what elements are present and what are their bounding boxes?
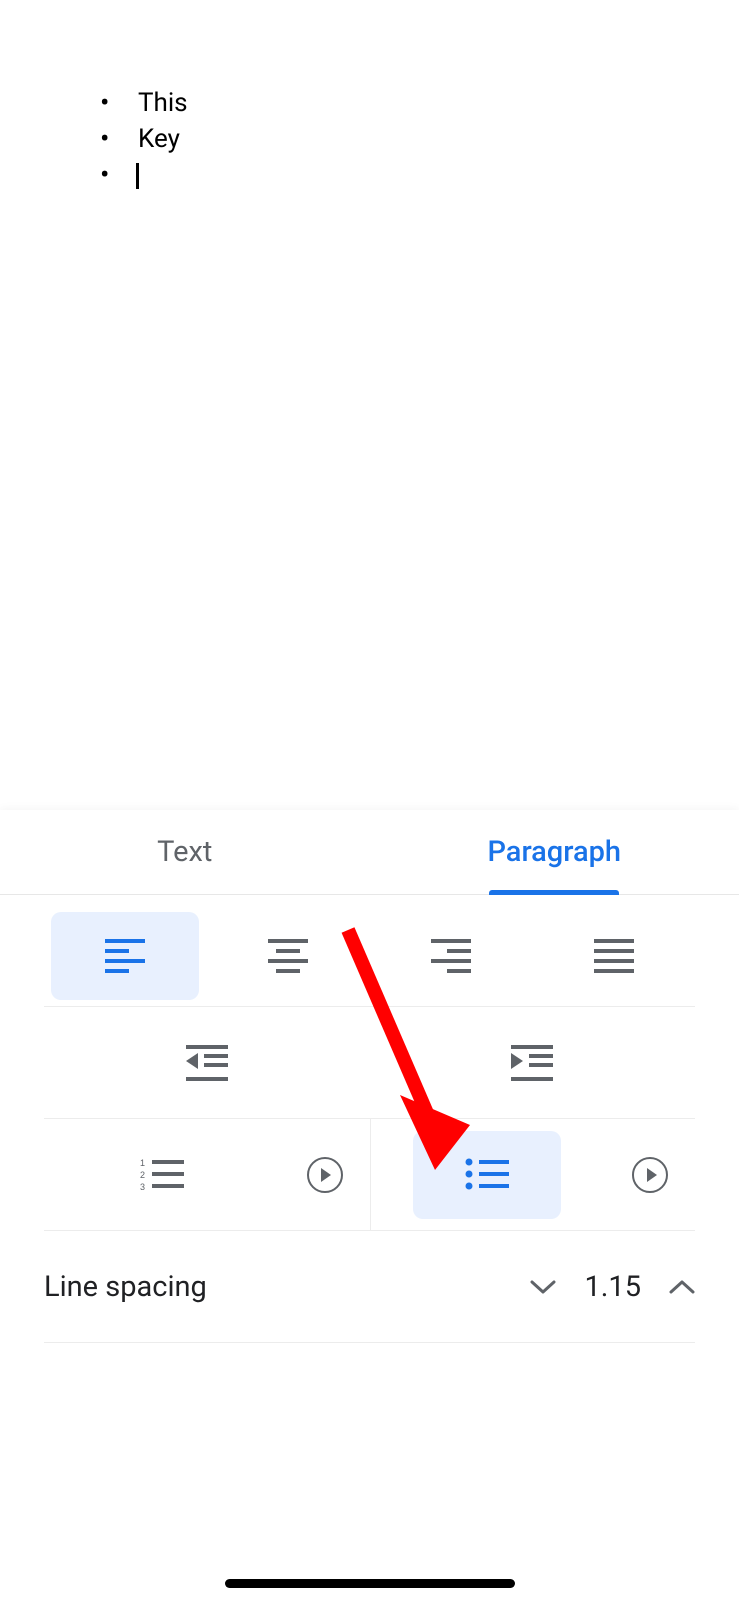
list-divider <box>370 1119 371 1230</box>
bulleted-list-button[interactable] <box>413 1131 561 1219</box>
chevron-down-icon <box>530 1279 556 1295</box>
list-item-text: Key <box>138 124 180 154</box>
line-spacing-row: Line spacing 1.15 <box>44 1231 695 1343</box>
align-right-icon <box>431 939 471 973</box>
align-justify-button[interactable] <box>540 912 688 1000</box>
tab-paragraph-label: Paragraph <box>487 835 621 869</box>
svg-text:1: 1 <box>140 1158 145 1168</box>
increase-indent-button[interactable] <box>458 1019 606 1107</box>
line-spacing-value: 1.15 <box>584 1270 641 1304</box>
list-item[interactable]: This <box>90 85 679 121</box>
align-center-icon <box>268 939 308 973</box>
align-justify-icon <box>594 939 634 973</box>
alignment-row <box>44 895 695 1007</box>
tab-paragraph[interactable]: Paragraph <box>370 810 739 894</box>
numbered-list-icon: 1 2 3 <box>140 1158 184 1192</box>
align-center-button[interactable] <box>214 912 362 1000</box>
decrease-indent-button[interactable] <box>133 1019 281 1107</box>
align-left-icon <box>105 939 145 973</box>
chevron-up-icon <box>669 1279 695 1295</box>
decrease-indent-icon <box>186 1045 228 1081</box>
indent-row <box>44 1007 695 1119</box>
list-item-text: This <box>138 88 188 118</box>
bulleted-list-icon <box>465 1158 509 1192</box>
align-right-button[interactable] <box>377 912 525 1000</box>
format-tabs: Text Paragraph <box>0 810 739 895</box>
home-indicator[interactable] <box>225 1579 515 1588</box>
tab-text[interactable]: Text <box>0 810 370 894</box>
format-panel: Text Paragraph <box>0 810 739 1600</box>
svg-text:3: 3 <box>140 1182 145 1192</box>
line-spacing-decrease-button[interactable] <box>530 1274 556 1300</box>
list-item[interactable] <box>90 157 679 193</box>
increase-indent-icon <box>511 1045 553 1081</box>
svg-text:2: 2 <box>140 1170 145 1180</box>
align-left-button[interactable] <box>51 912 199 1000</box>
bullet-list[interactable]: This Key <box>90 85 679 193</box>
text-cursor <box>136 163 139 189</box>
numbered-list-button[interactable]: 1 2 3 <box>88 1131 236 1219</box>
line-spacing-increase-button[interactable] <box>669 1274 695 1300</box>
list-item[interactable]: Key <box>90 121 679 157</box>
numbered-list-options-button[interactable] <box>307 1157 343 1193</box>
document-editor[interactable]: This Key <box>0 0 739 810</box>
line-spacing-label: Line spacing <box>44 1270 207 1304</box>
bulleted-list-options-button[interactable] <box>632 1157 668 1193</box>
list-row: 1 2 3 <box>44 1119 695 1231</box>
tab-text-label: Text <box>157 835 212 869</box>
line-spacing-controls: 1.15 <box>530 1270 695 1304</box>
